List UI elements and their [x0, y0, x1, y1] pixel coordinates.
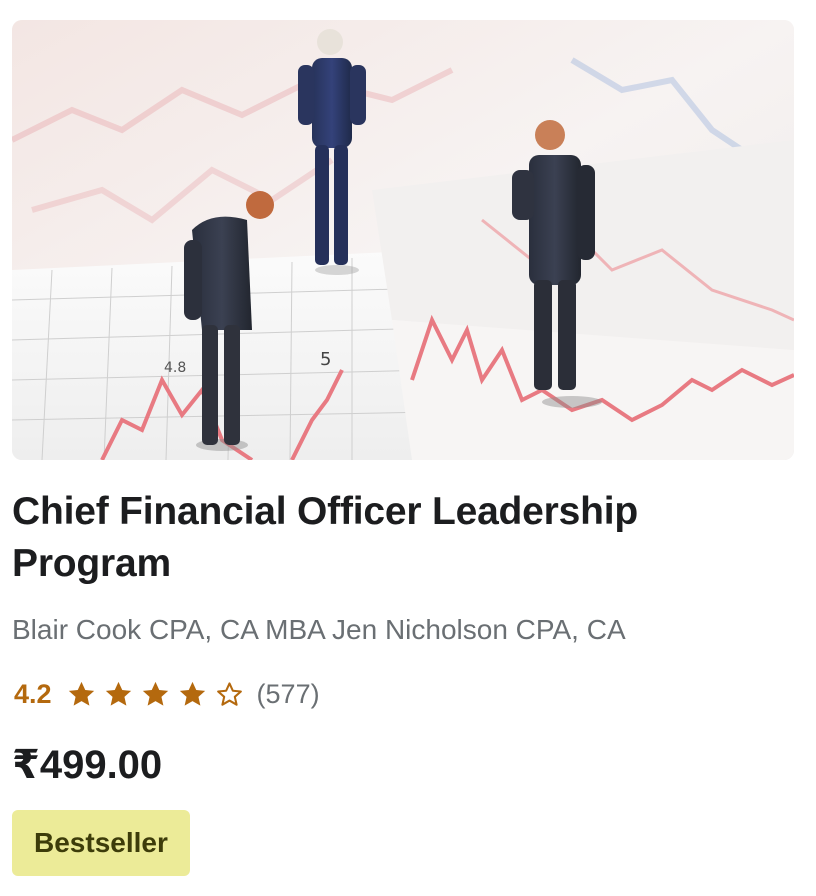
course-price: ₹499.00 [12, 743, 163, 787]
svg-text:5: 5 [320, 349, 331, 370]
bestseller-badge: Bestseller [12, 810, 190, 876]
review-count: (577) [256, 678, 320, 709]
course-instructors: Blair Cook CPA, CA MBA Jen Nicholson CPA… [12, 614, 626, 645]
star-filled-icon [140, 679, 171, 710]
course-card[interactable]: 4.8 5 Chief Financial Officer Leadership… [0, 0, 816, 896]
course-title[interactable]: Chief Financial Officer Leadership Progr… [12, 486, 792, 590]
star-filled-icon [66, 679, 97, 710]
course-thumbnail[interactable]: 4.8 5 [12, 20, 794, 460]
rating-value: 4.2 [14, 678, 52, 709]
star-outline-icon [214, 679, 245, 710]
course-thumbnail-image: 4.8 5 [12, 20, 794, 460]
rating-row: 4.2 (577) [14, 674, 320, 714]
svg-text:4.8: 4.8 [164, 360, 186, 376]
badge-label: Bestseller [34, 827, 168, 858]
star-filled-icon [177, 679, 208, 710]
star-filled-icon [103, 679, 134, 710]
rating-stars [66, 679, 251, 710]
